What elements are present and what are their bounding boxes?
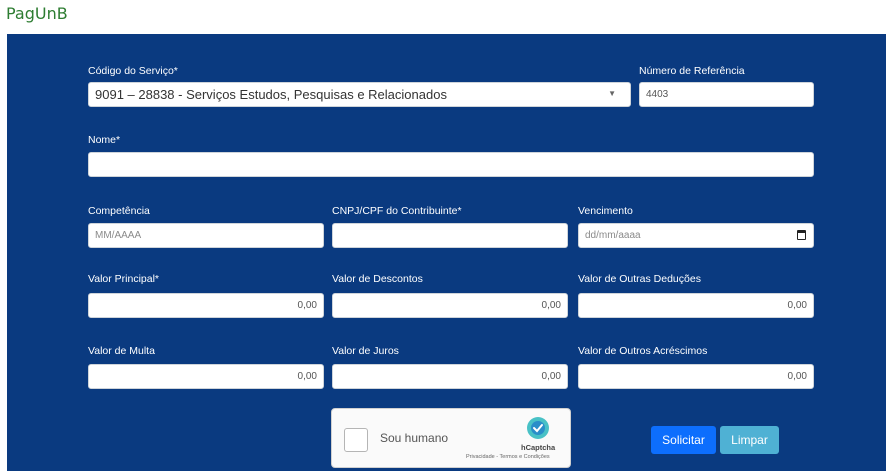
- chevron-down-icon: ▼: [608, 89, 616, 98]
- app-title: PagUnB: [6, 4, 68, 23]
- hcaptcha-logo-icon: [527, 417, 549, 439]
- valor-multa-value: 0,00: [297, 371, 317, 382]
- service-code-value: 9091 – 28838 - Serviços Estudos, Pesquis…: [95, 87, 447, 102]
- competencia-placeholder: MM/AAAA: [95, 230, 142, 241]
- valor-juros-input[interactable]: 0,00: [332, 364, 568, 389]
- solicitar-button[interactable]: Solicitar: [651, 426, 716, 454]
- captcha-label: Sou humano: [380, 431, 449, 445]
- limpar-button[interactable]: Limpar: [720, 426, 779, 454]
- name-label: Nome*: [88, 134, 121, 146]
- valor-principal-value: 0,00: [297, 300, 317, 311]
- valor-outras-deducoes-label: Valor de Outras Deduções: [578, 273, 701, 285]
- cnpj-cpf-label: CNPJ/CPF do Contribuinte*: [332, 205, 462, 217]
- competencia-label: Competência: [88, 205, 150, 217]
- valor-descontos-value: 0,00: [541, 300, 561, 311]
- reference-number-value: 4403: [646, 89, 669, 100]
- cnpj-cpf-input[interactable]: [332, 223, 568, 248]
- valor-descontos-input[interactable]: 0,00: [332, 293, 568, 318]
- captcha-brand: hCaptcha: [521, 443, 556, 452]
- valor-juros-label: Valor de Juros: [332, 345, 399, 357]
- vencimento-placeholder: dd/mm/aaaa: [585, 230, 641, 241]
- valor-outros-acrescimos-input[interactable]: 0,00: [578, 364, 814, 389]
- valor-principal-label: Valor Principal*: [88, 273, 160, 285]
- valor-outras-deducoes-value: 0,00: [787, 300, 807, 311]
- reference-number-input[interactable]: 4403: [639, 82, 814, 107]
- captcha-checkbox[interactable]: [344, 428, 368, 452]
- valor-multa-label: Valor de Multa: [88, 345, 155, 357]
- captcha-links[interactable]: Privacidade - Termos e Condições: [466, 454, 550, 460]
- service-code-select[interactable]: 9091 – 28838 - Serviços Estudos, Pesquis…: [88, 82, 631, 107]
- valor-multa-input[interactable]: 0,00: [88, 364, 324, 389]
- valor-outras-deducoes-input[interactable]: 0,00: [578, 293, 814, 318]
- valor-outros-acrescimos-value: 0,00: [787, 371, 807, 382]
- hcaptcha-widget: Sou humano hCaptcha Privacidade - Termos…: [331, 408, 571, 468]
- valor-juros-value: 0,00: [541, 371, 561, 382]
- valor-principal-input[interactable]: 0,00: [88, 293, 324, 318]
- calendar-icon[interactable]: [797, 230, 806, 240]
- competencia-input[interactable]: MM/AAAA: [88, 223, 324, 248]
- vencimento-label: Vencimento: [578, 205, 633, 217]
- valor-outros-acrescimos-label: Valor de Outros Acréscimos: [578, 345, 708, 357]
- service-code-label: Código do Serviço*: [88, 65, 178, 77]
- valor-descontos-label: Valor de Descontos: [332, 273, 423, 285]
- reference-number-label: Número de Referência: [639, 65, 745, 77]
- name-input[interactable]: [88, 152, 814, 177]
- vencimento-date-input[interactable]: dd/mm/aaaa: [578, 223, 814, 248]
